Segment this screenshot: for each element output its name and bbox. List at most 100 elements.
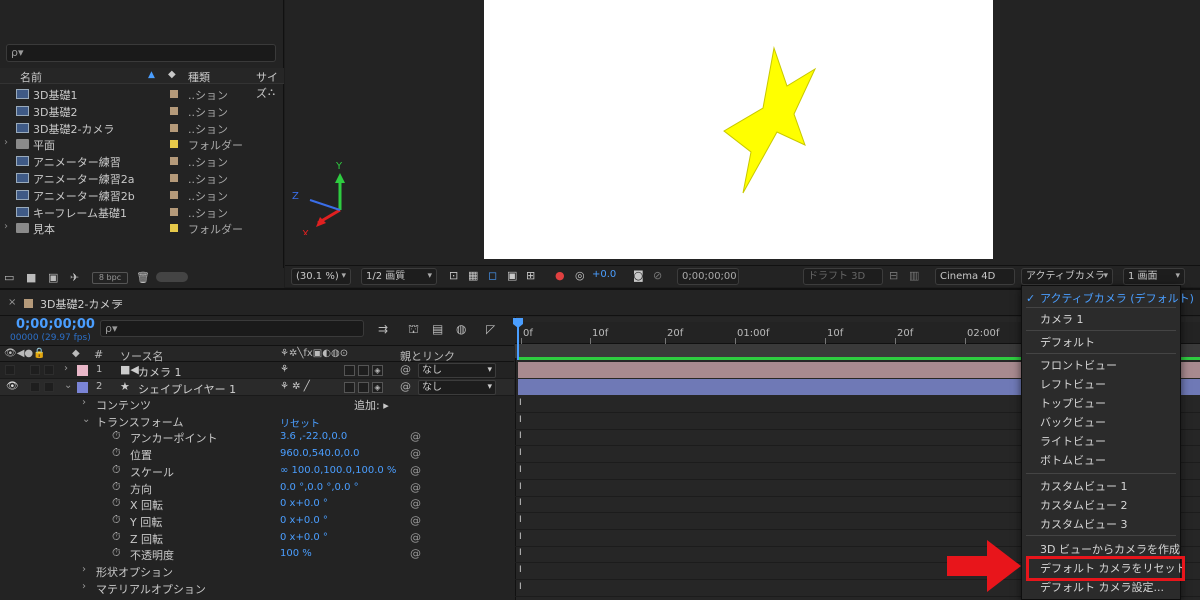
label-swatch[interactable] — [170, 106, 178, 115]
snapshot-icon[interactable]: ◙ — [633, 269, 644, 282]
resolution-dropdown[interactable]: 1/2 画質 ▾ — [361, 268, 437, 285]
pick-whip-icon[interactable]: @ — [400, 380, 411, 393]
property-name[interactable]: 形状オプション — [96, 564, 173, 580]
property-name[interactable]: 位置 — [130, 447, 152, 463]
tag-icon[interactable]: ◆ — [168, 69, 176, 80]
menu-item[interactable]: カメラ 1 — [1022, 310, 1180, 329]
keyframe-marker[interactable]: I — [519, 415, 522, 425]
expand-chevron-icon[interactable]: › — [82, 397, 86, 408]
layer-label-swatch[interactable] — [77, 382, 88, 393]
property-value[interactable]: 100 % — [280, 548, 312, 559]
expand-chevron-icon[interactable]: › — [4, 221, 8, 232]
layer-row[interactable]: › 1 ■◀ カメラ 1 ⚘ ◈ @ なし ▾ — [0, 362, 514, 379]
expand-chevron-icon[interactable]: › — [4, 137, 8, 148]
column-name[interactable]: 名前 — [20, 69, 42, 85]
av-features-icons[interactable]: 👁◀●🔒 — [4, 348, 46, 359]
video-toggle[interactable] — [5, 365, 15, 375]
property-name[interactable]: マテリアルオプション — [96, 581, 206, 597]
menu-item[interactable]: ✓ アクティブカメラ (デフォルト) — [1022, 289, 1194, 308]
bit-depth-button[interactable]: 8 bpc — [92, 272, 128, 284]
layer-switches-icon[interactable]: ⚘ ✲ ╱ — [280, 381, 310, 392]
lock-toggle[interactable] — [44, 365, 54, 375]
project-item[interactable]: 3D基礎2-カメラ ..ション — [0, 120, 284, 137]
star-shape[interactable] — [723, 46, 818, 196]
menu-item[interactable]: カスタムビュー 3 — [1022, 515, 1180, 534]
property-name[interactable]: X 回転 — [130, 497, 163, 513]
label-swatch[interactable] — [170, 90, 178, 98]
stopwatch-icon[interactable]: ⏱ — [112, 463, 121, 477]
property-name[interactable]: トランスフォーム — [96, 414, 183, 430]
project-item[interactable]: アニメーター練習 ..ション — [0, 153, 284, 170]
draft-3d-button[interactable]: ドラフト 3D — [803, 268, 883, 285]
viewer-timecode[interactable]: 0;00;00;00 — [677, 268, 739, 285]
eye-icon[interactable]: 👁 — [6, 381, 19, 392]
renderer-dropdown[interactable]: Cinema 4D — [935, 268, 1015, 285]
new-composition-icon[interactable]: ▣ — [48, 271, 58, 284]
property-row[interactable]: ⏱ X 回転 0 x+0.0 ° @ — [0, 496, 514, 513]
switch-box[interactable] — [344, 365, 355, 376]
property-value[interactable]: 960.0,540.0,0.0 — [280, 448, 360, 459]
switch-box[interactable] — [358, 365, 369, 376]
lock-toggle[interactable] — [44, 382, 54, 392]
delete-icon[interactable]: 🗑 — [136, 271, 150, 284]
layer-switches-icon[interactable]: ⚘ — [280, 364, 289, 375]
render-queue-icon[interactable]: ✈ — [70, 271, 79, 284]
keyframe-marker[interactable]: I — [519, 582, 522, 592]
keyframe-marker[interactable]: I — [519, 482, 522, 492]
keyframe-marker[interactable]: I — [519, 565, 522, 575]
interpret-footage-icon[interactable]: ▭ — [4, 271, 14, 284]
exposure-value[interactable]: +0.0 — [592, 269, 616, 280]
parent-dropdown[interactable]: なし ▾ — [418, 380, 496, 395]
expand-chevron-icon[interactable]: ⌄ — [82, 414, 90, 425]
menu-item[interactable]: バックビュー — [1022, 413, 1180, 432]
menu-item[interactable]: デフォルト — [1022, 333, 1180, 352]
label-column-icon[interactable]: ◆ — [72, 348, 80, 359]
switch-box[interactable] — [344, 382, 355, 393]
expand-chevron-icon[interactable]: › — [82, 564, 86, 575]
thumbnail-slider[interactable] — [156, 272, 188, 282]
show-snapshot-icon[interactable]: ⊘ — [653, 269, 662, 282]
property-value[interactable]: 0.0 °,0.0 °,0.0 ° — [280, 482, 359, 493]
property-row[interactable]: › マテリアルオプション — [0, 580, 514, 597]
property-name[interactable]: 不透明度 — [130, 547, 174, 563]
solo-toggle[interactable] — [30, 365, 40, 375]
menu-item[interactable]: カスタムビュー 1 — [1022, 477, 1180, 496]
ground-plane-icon[interactable]: ▥ — [909, 269, 919, 282]
switch-box[interactable] — [358, 382, 369, 393]
property-value[interactable]: 0 x+0.0 ° — [280, 498, 328, 509]
property-value[interactable]: 0 x+0.0 ° — [280, 515, 328, 526]
property-value[interactable]: リセット — [280, 415, 320, 430]
parent-dropdown[interactable]: なし ▾ — [418, 363, 496, 378]
flowchart-icon[interactable]: ⛬ — [268, 87, 275, 98]
fast-preview-icon[interactable]: ⊡ — [449, 269, 458, 282]
stopwatch-icon[interactable]: ⏱ — [112, 546, 121, 560]
layer-row[interactable]: 👁 ⌄ 2 ★ シェイプレイヤー 1 ⚘ ✲ ╱ ◈ @ なし ▾ — [0, 379, 514, 396]
layer-name[interactable]: カメラ 1 — [138, 364, 182, 380]
property-row[interactable]: ⏱ 不透明度 100 % @ — [0, 546, 514, 563]
comp-flowchart-icon[interactable]: ⇉ — [378, 322, 388, 336]
label-swatch[interactable] — [170, 123, 178, 132]
panel-menu-icon[interactable]: ≡ — [114, 296, 123, 309]
3d-layer-switch[interactable]: ◈ — [372, 382, 383, 393]
label-swatch[interactable] — [170, 190, 178, 199]
frame-blending-icon[interactable]: ▤ — [432, 322, 443, 336]
expression-pickwhip-icon[interactable]: @ — [410, 497, 421, 510]
project-item[interactable]: › 見本 フォルダー — [0, 220, 284, 237]
project-item[interactable]: 3D基礎2 ..ション — [0, 103, 284, 120]
project-item[interactable]: › 平面 フォルダー — [0, 136, 284, 153]
project-item[interactable]: キーフレーム基礎1 ..ション — [0, 204, 284, 221]
property-name[interactable]: コンテンツ — [96, 397, 151, 413]
project-item[interactable]: アニメーター練習2b ..ション — [0, 187, 284, 204]
expression-pickwhip-icon[interactable]: @ — [410, 430, 421, 443]
property-row[interactable]: ⌄ トランスフォーム リセット — [0, 413, 514, 430]
menu-item[interactable]: フロントビュー — [1022, 356, 1180, 375]
property-value[interactable]: 0 x+0.0 ° — [280, 532, 328, 543]
keyframe-marker[interactable]: I — [519, 532, 522, 542]
motion-blur-icon[interactable]: ◍ — [456, 322, 466, 336]
expand-chevron-icon[interactable]: › — [82, 581, 86, 592]
pick-whip-icon[interactable]: @ — [400, 363, 411, 376]
exposure-reset-icon[interactable]: ◎ — [575, 269, 585, 282]
property-name[interactable]: Y 回転 — [130, 514, 162, 530]
layer-number-header[interactable]: # — [94, 348, 103, 361]
label-swatch[interactable] — [170, 174, 178, 182]
